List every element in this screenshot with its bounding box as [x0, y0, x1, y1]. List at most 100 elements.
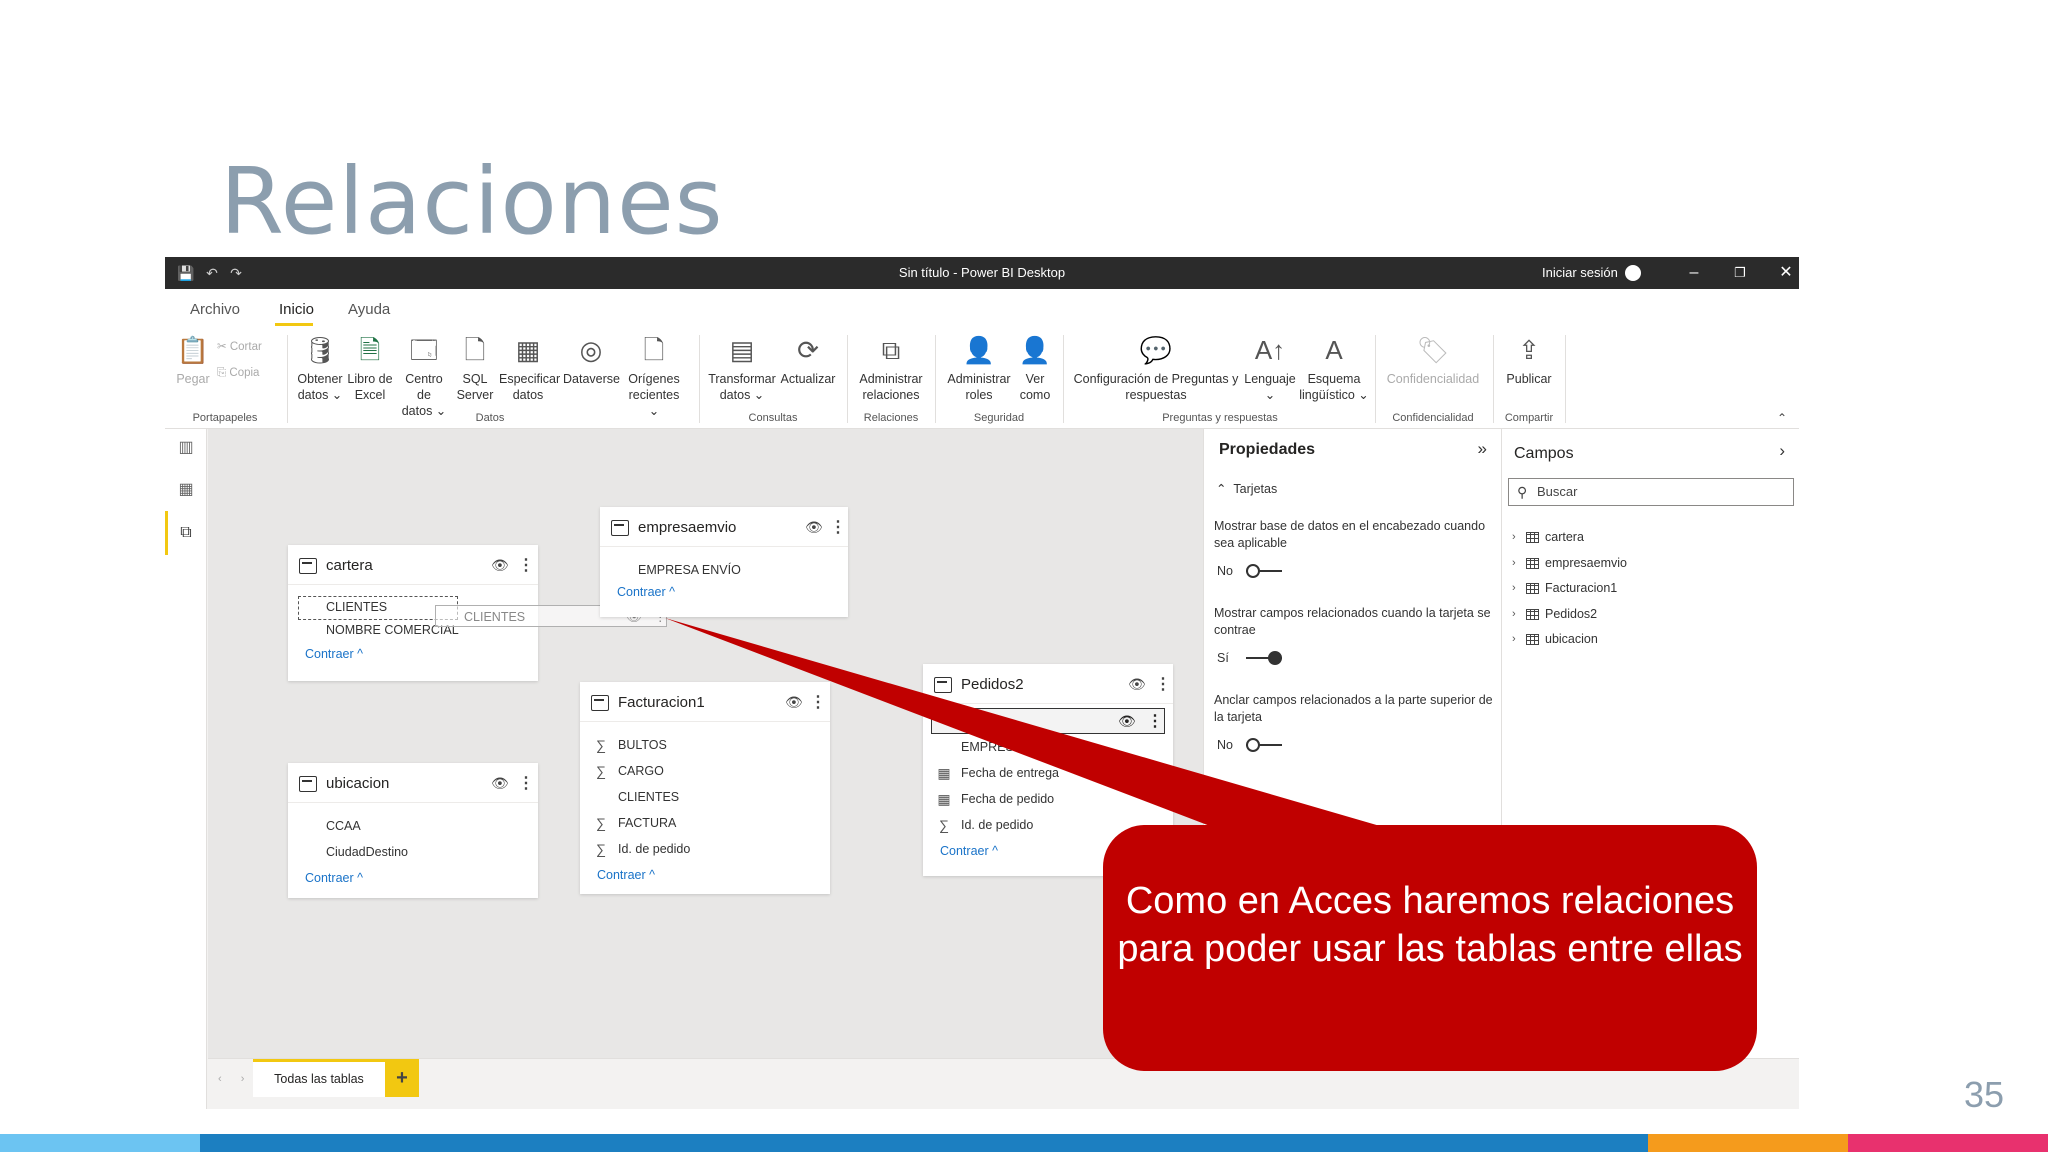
centro-datos-button[interactable]: 🗔 Centro de datos ⌄: [397, 333, 451, 419]
restore-button[interactable]: ❐: [1728, 261, 1752, 285]
minimize-button[interactable]: –: [1682, 261, 1706, 285]
field-empresa-envio[interactable]: EMPRESA E: [923, 734, 1173, 760]
chevron-right-icon[interactable]: ›: [1512, 627, 1516, 652]
table-name: Pedidos2: [961, 676, 1024, 693]
tab-scroll-arrows[interactable]: ‹ ›: [218, 1073, 252, 1085]
field-table-empresaemvio[interactable]: › empresaemvio: [1510, 551, 1627, 577]
administrar-relaciones-button[interactable]: ⧉ Administrar relaciones: [855, 333, 927, 403]
roles-icon: 👤: [962, 335, 996, 365]
tab-ayuda[interactable]: Ayuda: [348, 301, 390, 318]
add-layout-button[interactable]: +: [385, 1059, 419, 1097]
group-portapapeles: Portapapeles: [192, 412, 258, 424]
lenguaje-button[interactable]: A↑ Lenguaje ⌄: [1243, 333, 1297, 403]
drag-ghost-label: CLIENTES: [464, 610, 526, 624]
field-factura[interactable]: ∑ FACTURA: [580, 810, 830, 836]
database-icon: 🛢: [303, 335, 337, 365]
model-view-icon[interactable]: ⧉: [175, 522, 197, 544]
more-options-icon[interactable]: ⋮: [830, 517, 846, 537]
confidencialidad-button[interactable]: 🏷 Confidencialidad: [1383, 333, 1483, 387]
eye-icon[interactable]: 👁: [805, 519, 823, 536]
datahub-icon: 🗔: [409, 335, 439, 365]
avatar[interactable]: [1625, 265, 1641, 281]
field-clientes[interactable]: CLIENTES: [580, 784, 830, 810]
transformar-label: Transformar datos ⌄: [708, 372, 776, 402]
field-fecha-entrega[interactable]: ▦ Fecha de entrega: [923, 760, 1173, 786]
field-bultos[interactable]: ∑ BULTOS: [580, 732, 830, 758]
pegar-button[interactable]: 📋 Pegar: [175, 333, 211, 387]
report-view-icon[interactable]: ▥: [175, 437, 197, 459]
eye-icon[interactable]: 👁: [491, 775, 509, 792]
menu-bar: Archivo Inicio Ayuda: [165, 289, 1799, 329]
copy-icon: ⎘: [217, 367, 230, 379]
chevron-right-icon[interactable]: ›: [1779, 441, 1785, 461]
collapse-link[interactable]: Contraer ^: [288, 865, 538, 891]
actualizar-button[interactable]: ⟳ Actualizar: [779, 333, 837, 387]
eye-icon[interactable]: 👁: [785, 694, 803, 711]
field-id-pedido[interactable]: ∑ Id. de pedido: [580, 836, 830, 862]
section-tarjetas[interactable]: ⌃ Tarjetas: [1216, 481, 1277, 496]
close-button[interactable]: ✕: [1774, 261, 1798, 285]
field-table-cartera[interactable]: › cartera: [1510, 525, 1627, 551]
option3-toggle[interactable]: [1246, 738, 1282, 752]
signin-link[interactable]: Iniciar sesión: [1542, 265, 1618, 280]
field-table-pedidos2[interactable]: › Pedidos2: [1510, 602, 1627, 628]
card-header: Facturacion1 👁 ⋮: [580, 682, 830, 722]
ver-como-button[interactable]: 👤 Ver como: [1015, 333, 1055, 403]
table-card-empresaemvio[interactable]: empresaemvio 👁 ⋮ EMPRESA ENVÍO Contraer ^: [600, 507, 848, 617]
more-options-icon[interactable]: ⋮: [518, 555, 534, 575]
search-input[interactable]: ⚲ Buscar: [1508, 478, 1794, 506]
more-options-icon[interactable]: ⋮: [518, 773, 534, 793]
eye-icon[interactable]: 👁: [491, 557, 509, 574]
admin-roles-label: Administrar roles: [947, 372, 1011, 402]
field-fecha-pedido[interactable]: ▦ Fecha de pedido: [923, 786, 1173, 812]
field-ciudad-destino[interactable]: CiudadDestino: [288, 839, 538, 865]
dataverse-button[interactable]: ◎ Dataverse: [563, 333, 620, 387]
data-view-icon[interactable]: ▦: [175, 479, 197, 501]
collapse-link[interactable]: Contraer ^: [600, 583, 848, 601]
field-empresa-envio[interactable]: EMPRESA ENVÍO: [600, 557, 848, 583]
drop-target-row[interactable]: 👁 ⋮: [931, 708, 1165, 734]
chevron-right-icon[interactable]: ›: [1512, 525, 1516, 550]
table-card-ubicacion[interactable]: ubicacion 👁 ⋮ CCAA CiudadDestino Contraer …: [288, 763, 538, 898]
publicar-button[interactable]: ⇪ Publicar: [1501, 333, 1557, 387]
field-table-ubicacion[interactable]: › ubicacion: [1510, 627, 1627, 653]
eye-icon[interactable]: 👁: [1128, 676, 1146, 693]
page-number: 35: [1963, 1074, 2004, 1115]
table-icon: [934, 677, 952, 693]
tab-inicio[interactable]: Inicio: [279, 301, 314, 318]
esquema-button[interactable]: A Esquema lingüístico ⌄: [1299, 333, 1369, 403]
option2-toggle[interactable]: [1246, 651, 1282, 665]
libro-excel-button[interactable]: 🗎 Libro de Excel: [347, 333, 393, 403]
especificar-datos-button[interactable]: ▦ Especificar datos: [499, 333, 560, 403]
excel-icon: 🗎: [359, 335, 381, 365]
field-table-facturacion1[interactable]: › Facturacion1: [1510, 576, 1627, 602]
copia-button[interactable]: ⎘ Copia: [217, 365, 259, 381]
field-table-label: Pedidos2: [1545, 606, 1598, 621]
chevron-right-icon[interactable]: ›: [1512, 576, 1516, 601]
collapse-link[interactable]: Contraer ^: [580, 862, 830, 888]
libro-excel-label: Libro de Excel: [347, 372, 393, 402]
sql-server-button[interactable]: 🗋 SQL Server: [455, 333, 495, 403]
more-options-icon[interactable]: ⋮: [810, 692, 826, 712]
option2-desc: Mostrar campos relacionados cuando la ta…: [1214, 606, 1491, 637]
obtener-datos-button[interactable]: 🛢 Obtener datos ⌄: [295, 333, 345, 403]
more-options-icon[interactable]: ⋮: [1155, 674, 1171, 694]
tab-archivo[interactable]: Archivo: [190, 301, 240, 318]
chevron-right-icon[interactable]: ›: [1512, 551, 1516, 576]
administrar-roles-button[interactable]: 👤 Administrar roles: [943, 333, 1015, 403]
collapse-ribbon-icon[interactable]: ⌃: [1777, 411, 1787, 425]
field-cargo[interactable]: ∑ CARGO: [580, 758, 830, 784]
origenes-recientes-button[interactable]: 🗋 Orígenes recientes ⌄: [625, 333, 683, 419]
field-table-label: ubicacion: [1545, 632, 1598, 646]
table-card-facturacion1[interactable]: Facturacion1 👁 ⋮ ∑ BULTOS ∑ CARGO CLIENTES ∑…: [580, 682, 830, 894]
collapse-link[interactable]: Contraer ^: [288, 641, 538, 667]
collapse-pane-icon[interactable]: »: [1478, 439, 1487, 459]
option1-toggle[interactable]: [1246, 564, 1282, 578]
config-preguntas-button[interactable]: 💬 Configuración de Preguntas y respuestas: [1071, 333, 1241, 403]
tab-todas-las-tablas[interactable]: Todas las tablas: [253, 1059, 385, 1097]
field-ccaa[interactable]: CCAA: [288, 813, 538, 839]
chevron-up-icon: ⌃: [1216, 482, 1234, 496]
transformar-datos-button[interactable]: ▤ Transformar datos ⌄: [707, 333, 777, 403]
cortar-button[interactable]: ✂ Cortar: [217, 339, 262, 355]
chevron-right-icon[interactable]: ›: [1512, 602, 1516, 627]
